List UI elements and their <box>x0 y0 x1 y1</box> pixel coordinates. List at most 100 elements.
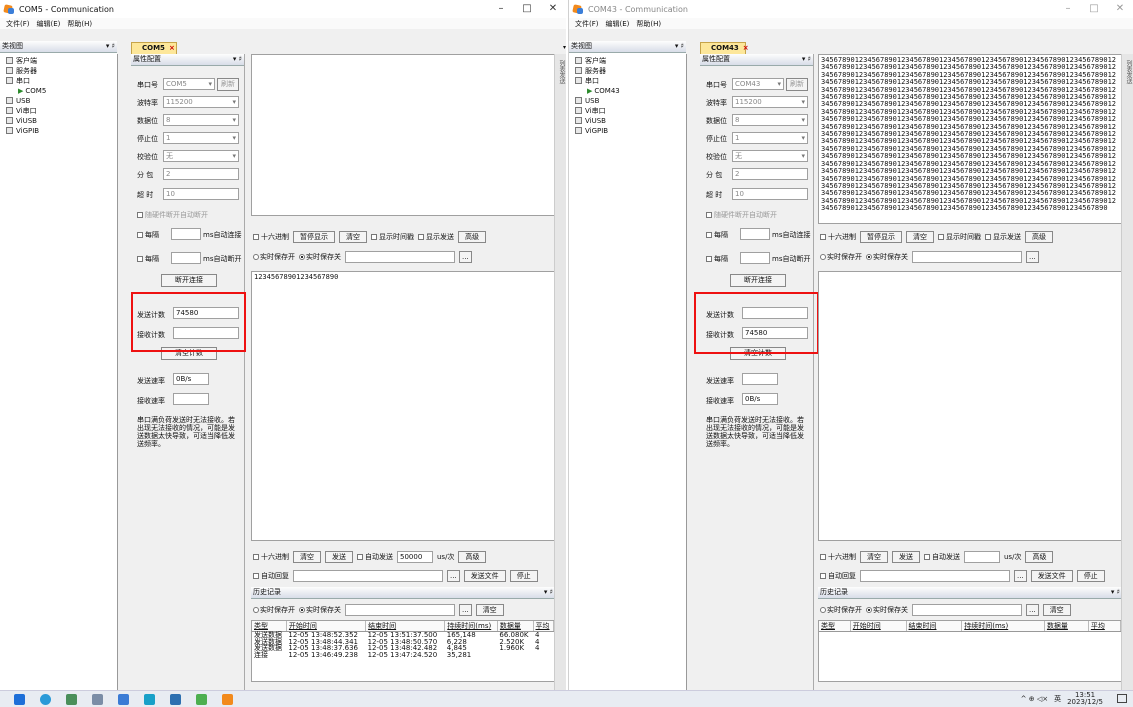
realtime-off-radio[interactable]: 实时保存关 <box>866 252 908 262</box>
pin-icon[interactable]: ▾ ♯ <box>106 41 115 52</box>
tree-item-serial[interactable]: 串口 <box>575 76 686 86</box>
auto-interval-input[interactable] <box>964 551 1000 563</box>
stop-button[interactable]: 停止 <box>1076 570 1105 582</box>
tree-item-com[interactable]: ▶ COM43 <box>575 86 686 96</box>
every-connect-check[interactable]: 每隔 <box>137 230 159 240</box>
tree-item-server[interactable]: 服务器 <box>575 66 686 76</box>
hist-browse-button[interactable]: ... <box>459 604 472 616</box>
col-end[interactable]: 结束时间 <box>906 621 963 632</box>
every-connect-check[interactable]: 每隔 <box>706 230 728 240</box>
advanced-recv-button[interactable]: 高级 <box>1025 231 1053 243</box>
start-icon[interactable] <box>14 694 25 705</box>
realtime-off-radio[interactable]: 实时保存关 <box>299 252 341 262</box>
realtime-on-radio[interactable]: 实时保存开 <box>820 252 862 262</box>
auto-send-check[interactable]: 自动发送 <box>357 552 393 562</box>
port-select[interactable]: COM43 <box>732 78 784 90</box>
clear-send-button[interactable]: 清空 <box>293 551 321 563</box>
advanced-recv-button[interactable]: 高级 <box>458 231 486 243</box>
col-size[interactable]: 数据量 <box>1044 621 1089 632</box>
show-time-check[interactable]: 显示时间戳 <box>371 232 414 242</box>
tree-item-server[interactable]: 服务器 <box>6 66 117 76</box>
tree-item-serial[interactable]: 串口 <box>6 76 117 86</box>
browse-file-button[interactable]: ... <box>1014 570 1027 582</box>
list-send-sidebar[interactable]: 列表发送 <box>1121 54 1133 690</box>
stopbits-select[interactable]: 1 <box>732 132 808 144</box>
hex-send-check[interactable]: 十六进制 <box>820 552 856 562</box>
disconnect-interval-input[interactable] <box>740 252 770 264</box>
col-type[interactable]: 类型 <box>819 621 851 632</box>
split-input[interactable]: 2 <box>732 168 808 180</box>
list-send-sidebar[interactable]: 列表发送 <box>554 54 566 690</box>
pause-button[interactable]: 暂停显示 <box>860 231 902 243</box>
browse-button[interactable]: ... <box>459 251 472 263</box>
save-path-input[interactable] <box>345 251 455 263</box>
pause-button[interactable]: 暂停显示 <box>293 231 335 243</box>
pin-icon[interactable]: ▾ ♯ <box>802 54 811 65</box>
tree-item-usb[interactable]: USB <box>6 96 117 106</box>
connect-interval-input[interactable] <box>740 228 770 240</box>
disconnect-button[interactable]: 断开连接 <box>730 274 786 287</box>
save-path-input[interactable] <box>912 251 1022 263</box>
hist-realtime-off-radio[interactable]: 实时保存关 <box>866 605 908 615</box>
auto-send-check[interactable]: 自动发送 <box>924 552 960 562</box>
every-disconnect-check[interactable]: 每隔 <box>706 254 728 264</box>
receive-area[interactable] <box>251 54 555 216</box>
menu-help[interactable]: 帮助(H) <box>67 19 92 29</box>
databits-select[interactable]: 8 <box>163 114 239 126</box>
close-icon[interactable]: ✕ <box>540 0 566 18</box>
parity-select[interactable]: 无 <box>732 150 808 162</box>
tree-item-vigpib[interactable]: ViGPIB <box>6 126 117 136</box>
browse-button[interactable]: ... <box>1026 251 1039 263</box>
col-end[interactable]: 结束时间 <box>365 621 446 632</box>
auto-disconnect-check[interactable]: 随硬件断开自动断开 <box>706 210 777 220</box>
show-send-check[interactable]: 显示发送 <box>418 232 454 242</box>
notification-icon[interactable] <box>1117 694 1127 703</box>
split-input[interactable]: 2 <box>163 168 239 180</box>
tree-item-vigpib[interactable]: ViGPIB <box>575 126 686 136</box>
timeout-input[interactable]: 10 <box>163 188 239 200</box>
clear-send-button[interactable]: 清空 <box>860 551 888 563</box>
tree-item-usb[interactable]: USB <box>575 96 686 106</box>
hist-clear-button[interactable]: 清空 <box>1042 604 1071 616</box>
stopbits-select[interactable]: 1 <box>163 132 239 144</box>
tree-item-com[interactable]: ▶ COM5 <box>6 86 117 96</box>
clear-recv-button[interactable]: 清空 <box>339 231 367 243</box>
show-send-check[interactable]: 显示发送 <box>985 232 1021 242</box>
realtime-on-radio[interactable]: 实时保存开 <box>253 252 295 262</box>
hist-realtime-on-radio[interactable]: 实时保存开 <box>253 605 295 615</box>
pin-icon[interactable]: ▾ ♯ <box>233 54 242 65</box>
tool-icon[interactable] <box>92 694 103 705</box>
menu-file[interactable]: 文件(F) <box>6 19 30 29</box>
table-row[interactable]: 连接 12-05 13:46:49.238 12-05 13:47:24.520 35… <box>252 651 554 659</box>
disconnect-interval-input[interactable] <box>171 252 201 264</box>
close-icon[interactable]: ✕ <box>1107 0 1133 18</box>
hist-clear-button[interactable]: 清空 <box>475 604 504 616</box>
hist-realtime-on-radio[interactable]: 实时保存开 <box>820 605 862 615</box>
advanced-send-button[interactable]: 高级 <box>1025 551 1054 563</box>
hex-recv-check[interactable]: 十六进制 <box>820 232 856 242</box>
mail-icon[interactable] <box>170 694 181 705</box>
tray-icons[interactable]: ^ ⊕ ◁× <box>1021 695 1048 703</box>
col-duration[interactable]: 持续时间(ms) <box>961 621 1045 632</box>
send-file-button[interactable]: 发送文件 <box>1030 570 1073 582</box>
tree-item-viusb[interactable]: ViUSB <box>6 116 117 126</box>
col-avg[interactable]: 平均 <box>533 621 554 632</box>
maximize-icon[interactable]: □ <box>1081 0 1107 18</box>
timeout-input[interactable]: 10 <box>732 188 808 200</box>
auto-reply-check[interactable]: 自动回复 <box>820 571 856 581</box>
maximize-icon[interactable]: □ <box>514 0 540 18</box>
send-area[interactable] <box>818 271 1122 541</box>
files-icon[interactable] <box>66 694 77 705</box>
tree-item-client[interactable]: 客户端 <box>6 56 117 66</box>
send-file-button[interactable]: 发送文件 <box>463 570 506 582</box>
refresh-button[interactable]: 刷新 <box>786 78 808 91</box>
col-start[interactable]: 开始时间 <box>850 621 907 632</box>
receive-area[interactable]: 3456789012345678901234567890123456789012… <box>818 54 1122 224</box>
chat-icon[interactable] <box>144 694 155 705</box>
pin-icon[interactable]: ▾ ♯ <box>544 587 553 598</box>
close-tab-icon[interactable]: × <box>169 44 175 52</box>
browse-file-button[interactable]: ... <box>447 570 460 582</box>
hist-path-input[interactable] <box>912 604 1022 616</box>
menu-edit[interactable]: 编辑(E) <box>606 19 630 29</box>
menu-help[interactable]: 帮助(H) <box>636 19 661 29</box>
